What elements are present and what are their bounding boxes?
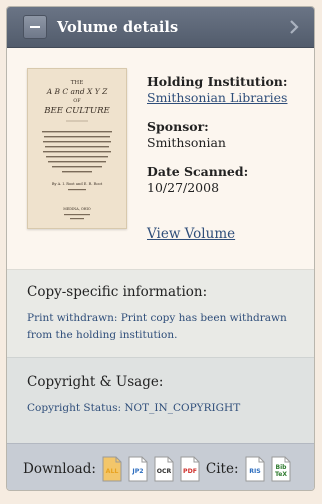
volume-details-panel: Volume details THE A B C and X Y Z OF BE… [6,6,315,491]
cover-authors: By A. I. Root and E. R. Root [52,182,103,186]
icon-label: PDF [183,468,197,475]
cite-label: Cite: [205,460,239,477]
chevron-right-icon[interactable] [286,18,302,36]
cover-title-line-3: OF [73,98,81,104]
volume-metadata: Holding Institution: Smithsonian Librari… [147,74,307,195]
jp2-download-icon[interactable]: JP2 [128,456,148,482]
icon-label: ALL [106,468,119,475]
sponsor-label: Sponsor: [147,119,209,134]
volume-main: THE A B C and X Y Z OF BEE CULTURE By A.… [7,48,314,269]
bibtex-cite-icon[interactable]: BibTeX [271,456,291,482]
icon-label: OCR [157,468,172,475]
collapse-button[interactable] [23,15,47,39]
date-scanned-value: 10/27/2008 [147,180,220,195]
icon-label: JP2 [131,468,143,475]
panel-header[interactable]: Volume details [7,7,314,48]
icon-label: RIS [249,468,261,475]
sponsor-value: Smithsonian [147,135,226,150]
ris-cite-icon[interactable]: RIS [245,456,265,482]
copyright-section: Copyright & Usage: Copyright Status: NOT… [7,357,314,444]
all-download-icon[interactable]: ALL [102,456,122,482]
holding-institution-link[interactable]: Smithsonian Libraries [147,90,307,105]
date-scanned-label: Date Scanned: [147,164,249,179]
copy-specific-text: Print withdrawn: Print copy has been wit… [27,312,287,341]
icon-label: Bib [275,464,287,471]
view-volume-link[interactable]: View Volume [147,226,235,242]
ocr-download-icon[interactable]: OCR [154,456,174,482]
holding-institution-label: Holding Institution: [147,74,288,89]
copy-specific-section: Copy-specific information: Print withdra… [7,269,314,358]
minus-icon [30,26,40,28]
book-cover-thumbnail[interactable]: THE A B C and X Y Z OF BEE CULTURE By A.… [27,68,127,229]
panel-title: Volume details [57,18,179,36]
copyright-status-text: Copyright Status: NOT_IN_COPYRIGHT [27,402,241,414]
copyright-title: Copyright & Usage: [27,374,164,390]
icon-label: TeX [275,471,287,478]
cover-title-line-1: THE [71,80,83,86]
download-footer: Download: ALL JP2 OCR PDF Cite: RIS Bib TeX [7,443,314,490]
cover-title-line-4: BEE CULTURE [43,106,110,116]
book-cover-art: THE A B C and X Y Z OF BEE CULTURE By A.… [28,69,126,228]
download-label: Download: [23,460,96,477]
cover-publisher: MEDINA, OHIO [63,207,91,211]
cover-title-line-2: A B C and X Y Z [46,87,108,96]
pdf-download-icon[interactable]: PDF [180,456,200,482]
copy-specific-title: Copy-specific information: [27,284,208,300]
